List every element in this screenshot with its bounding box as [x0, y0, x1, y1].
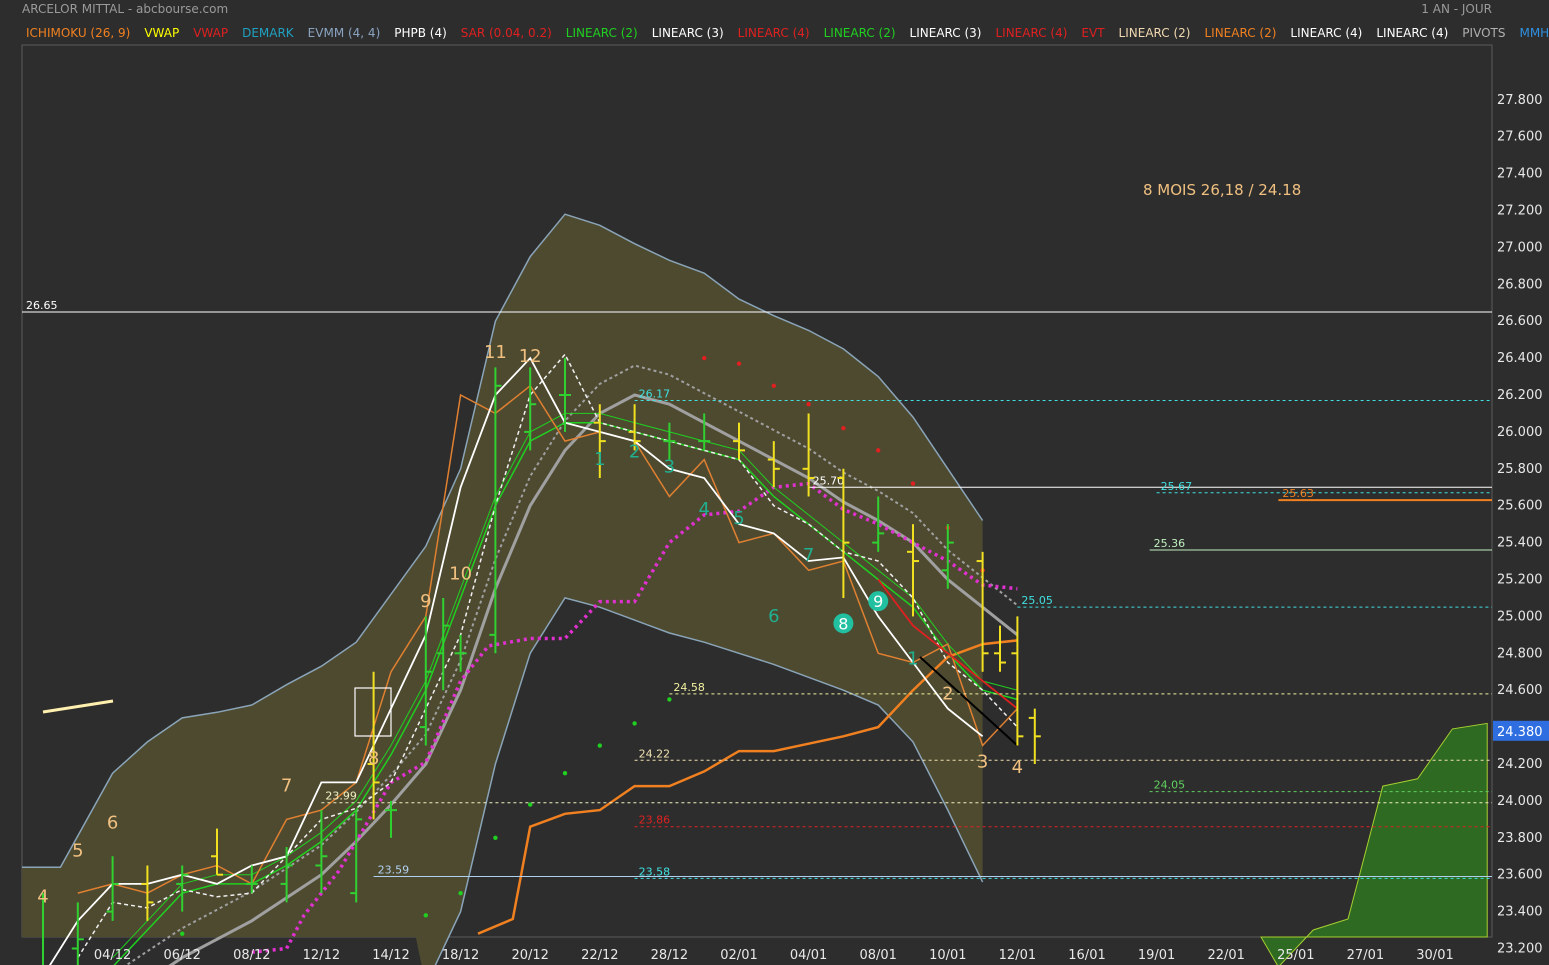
demark-count-17: 2	[942, 683, 953, 704]
x-tick-12: 10/01	[929, 948, 966, 963]
x-tick-18: 27/01	[1347, 948, 1384, 963]
y-tick-1: 23.400	[1497, 905, 1543, 920]
x-tick-11: 08/01	[859, 948, 896, 963]
demark-circle-count-0: 8	[838, 614, 848, 633]
x-tick-17: 25/01	[1277, 948, 1314, 963]
level-label-1: 26.17	[639, 388, 671, 401]
y-tick-20: 27.200	[1497, 204, 1543, 219]
demark-count-15: 7	[803, 545, 814, 566]
x-tick-4: 14/12	[372, 948, 409, 963]
y-tick-13: 25.800	[1497, 462, 1543, 477]
bollinger-cloud	[22, 214, 983, 965]
demark-count-9: 1	[594, 449, 605, 470]
demark-count-7: 11	[484, 342, 507, 363]
demark-count-8: 12	[519, 346, 542, 367]
sar-dot-0	[180, 931, 185, 936]
last-price-value: 24.380	[1497, 725, 1543, 740]
ichimoku-kumo	[1260, 722, 1488, 965]
sar-dot-5	[562, 771, 568, 776]
y-tick-21: 27.400	[1497, 167, 1543, 182]
sar-dot-10	[736, 361, 742, 366]
x-tick-15: 19/01	[1138, 948, 1175, 963]
sar-dot-13	[841, 426, 846, 431]
demark-count-11: 3	[664, 456, 675, 477]
x-tick-5: 18/12	[442, 948, 479, 963]
y-tick-23: 27.800	[1497, 93, 1543, 108]
y-tick-22: 27.600	[1497, 130, 1543, 145]
demark-circle-count-1: 9	[873, 592, 883, 611]
x-tick-14: 16/01	[1068, 948, 1105, 963]
sar-dot-9	[702, 355, 707, 361]
level-label-7: 24.58	[673, 681, 705, 694]
y-tick-3: 23.800	[1497, 831, 1543, 846]
x-tick-13: 12/01	[999, 948, 1036, 963]
x-tick-8: 28/12	[651, 948, 688, 963]
y-tick-15: 26.200	[1497, 388, 1543, 403]
x-tick-7: 22/12	[581, 948, 618, 963]
demark-count-5: 9	[420, 591, 431, 612]
sar-dot-3	[493, 835, 498, 840]
level-label-10: 23.99	[325, 790, 357, 803]
level-label-3: 25.67	[1161, 480, 1193, 493]
price-chart[interactable]: 26.65 26.17 25.70 25.67 25.63 25.36 25.05 24.58…	[0, 0, 1549, 965]
y-tick-17: 26.600	[1497, 314, 1543, 329]
sar-dot-8	[667, 697, 672, 702]
y-tick-5: 24.200	[1497, 757, 1543, 772]
x-tick-19: 30/01	[1416, 948, 1453, 963]
y-tick-19: 27.000	[1497, 240, 1543, 255]
y-tick-10: 25.200	[1497, 573, 1543, 588]
demark-count-3: 7	[281, 776, 292, 797]
demark-count-0: 4	[37, 886, 48, 907]
demark-count-14: 6	[768, 606, 779, 627]
sar-dot-14	[876, 448, 881, 453]
level-label-5: 25.36	[1154, 537, 1186, 550]
x-tick-10: 04/01	[790, 948, 827, 963]
demark-count-19: 4	[1012, 757, 1023, 778]
level-label-9: 24.05	[1154, 779, 1186, 792]
demark-count-13: 5	[733, 508, 744, 529]
x-tick-9: 02/01	[720, 948, 757, 963]
sar-dot-2	[458, 890, 463, 896]
level-label-8: 24.22	[639, 747, 671, 760]
y-tick-11: 25.400	[1497, 536, 1543, 551]
x-tick-6: 20/12	[511, 948, 548, 963]
y-tick-8: 24.800	[1497, 646, 1543, 661]
x-tick-0: 04/12	[94, 948, 131, 963]
x-tick-2: 08/12	[233, 948, 270, 963]
demark-count-1: 5	[72, 840, 83, 861]
sar-dot-12	[806, 402, 811, 407]
y-tick-0: 23.200	[1497, 942, 1543, 957]
y-tick-18: 26.800	[1497, 277, 1543, 292]
demark-count-6: 10	[449, 564, 472, 585]
level-label-13: 23.58	[639, 865, 671, 878]
y-tick-9: 25.000	[1497, 609, 1543, 624]
sar-dot-7	[632, 721, 637, 726]
y-tick-2: 23.600	[1497, 868, 1543, 883]
sar-dot-15	[910, 481, 916, 486]
x-tick-3: 12/12	[303, 948, 340, 963]
demark-count-12: 4	[698, 499, 709, 520]
demark-count-10: 2	[629, 442, 640, 463]
y-tick-4: 24.000	[1497, 794, 1543, 809]
x-tick-1: 06/12	[163, 948, 200, 963]
level-label-2: 25.70	[813, 474, 845, 487]
level-label-4: 25.63	[1282, 487, 1314, 500]
level-label-12: 23.59	[378, 864, 410, 877]
level-label-0: 26.65	[26, 299, 58, 312]
demark-count-2: 6	[107, 813, 118, 834]
sar-dot-6	[597, 743, 602, 748]
demark-count-4: 8	[368, 748, 379, 769]
level-label-6: 25.05	[1021, 594, 1053, 607]
demark-count-16: 1	[907, 648, 918, 669]
y-tick-16: 26.400	[1497, 351, 1543, 366]
sar-dot-11	[771, 383, 776, 388]
level-label-11: 23.86	[639, 814, 671, 827]
y-tick-12: 25.600	[1497, 499, 1543, 514]
sar-dot-1	[423, 913, 428, 918]
y-tick-14: 26.000	[1497, 425, 1543, 440]
demark-count-18: 3	[977, 752, 988, 773]
x-tick-16: 22/01	[1207, 948, 1244, 963]
y-tick-7: 24.600	[1497, 683, 1543, 698]
drawn-line	[42, 699, 114, 714]
